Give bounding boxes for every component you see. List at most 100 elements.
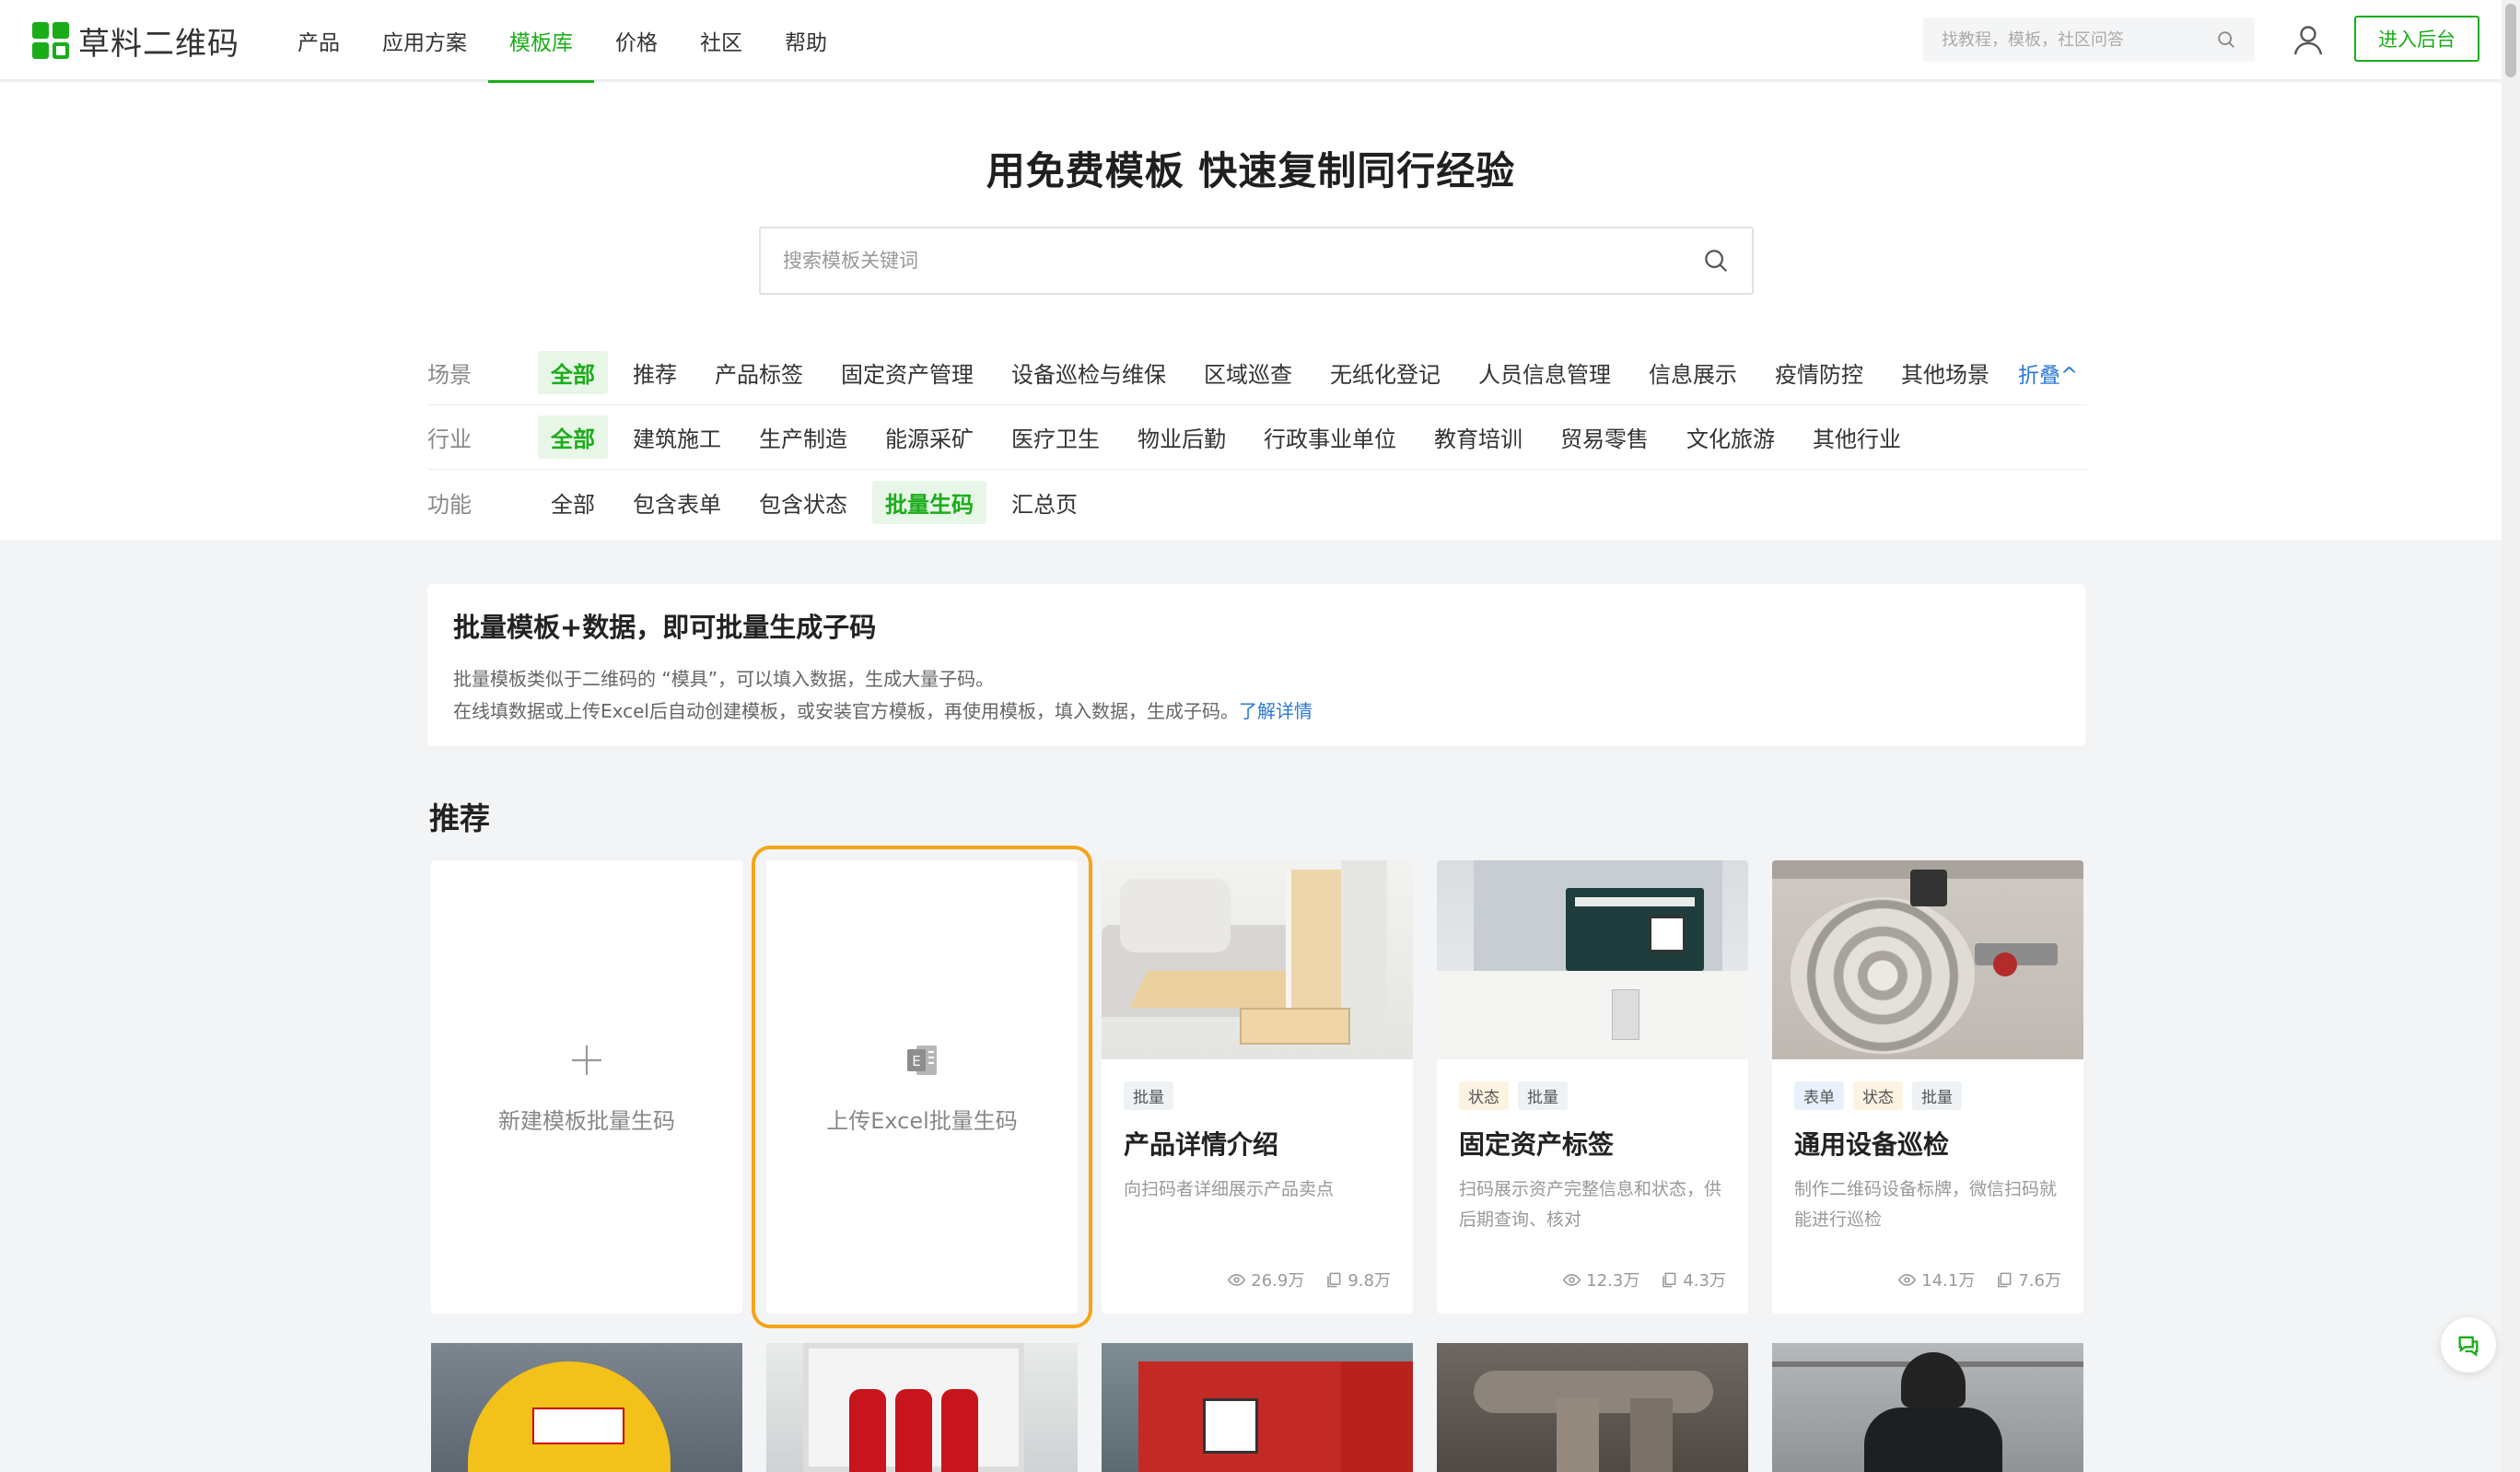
eye-icon [1228,1273,1246,1286]
views-count: 14.1万 [1921,1271,1976,1291]
new-template-label: 新建模板批量生码 [498,1107,675,1134]
card-title: 产品详情介绍 [1124,1129,1279,1160]
safety-helmet-photo[interactable] [431,1343,742,1472]
learn-more-link[interactable]: 了解详情 [1239,700,1312,722]
nav-item-help[interactable]: 帮助 [764,0,848,81]
page-title: 用免费模板 快速复制同行经验 [986,148,1516,193]
function-option[interactable]: 包含状态 [746,481,860,524]
filter-row-scene: 场景 全部 推荐 产品标签 固定资产管理 设备巡检与维保 区域巡查 无纸化登记 … [427,341,2087,405]
svg-text:E: E [912,1053,920,1069]
info-title: 批量模板+数据，即可批量生成子码 [453,612,877,643]
tag-batch: 批量 [1124,1081,1173,1110]
hero-section: 用免费模板 快速复制同行经验 场景 全部 推荐 产品标签 固定资产管理 设备巡检… [0,83,2502,540]
industry-option[interactable]: 文化旅游 [1674,415,1788,459]
filter-label-function: 功能 [427,491,472,518]
machine-label-photo [1437,860,1748,1059]
function-option[interactable]: 包含表单 [620,481,734,524]
enter-admin-button[interactable]: 进入后台 [2354,16,2479,62]
scene-option[interactable]: 固定资产管理 [828,351,986,394]
scene-option[interactable]: 其他场景 [1888,351,2002,394]
scene-option[interactable]: 无纸化登记 [1317,351,1453,394]
template-card-fixed-asset[interactable]: 状态 批量 固定资产标签 扫码展示资产完整信息和状态，供后期查询、核对 12.3… [1437,860,1748,1314]
sofa-photo [1102,860,1413,1059]
card-desc: 扫码展示资产完整信息和状态，供后期查询、核对 [1459,1179,1722,1230]
scene-option[interactable]: 人员信息管理 [1465,351,1624,394]
tag-batch: 批量 [1912,1081,1962,1110]
search-icon[interactable] [2216,29,2236,50]
industry-option[interactable]: 行政事业单位 [1251,415,1409,459]
industrial-pipes-photo[interactable] [1437,1343,1748,1472]
card-desc: 向扫码者详细展示产品卖点 [1124,1179,1335,1199]
filter-label-scene: 场景 [427,362,472,388]
industry-option[interactable]: 生产制造 [746,415,860,459]
card-title: 通用设备巡检 [1794,1129,1950,1160]
nav-item-templates[interactable]: 模板库 [488,0,594,83]
scene-option[interactable]: 信息展示 [1636,351,1750,394]
scene-option[interactable]: 疫情防控 [1762,351,1876,394]
template-search[interactable] [759,227,1754,295]
feedback-chat-button[interactable] [2441,1317,2496,1373]
industry-option[interactable]: 教育培训 [1421,415,1535,459]
card-desc: 制作二维码设备标牌，微信扫码就能进行巡检 [1794,1179,2058,1230]
scene-option[interactable]: 设备巡检与维保 [998,351,1179,394]
function-option[interactable]: 汇总页 [998,481,1091,524]
scrollbar-thumb[interactable] [2505,4,2516,77]
industry-option[interactable]: 全部 [538,415,608,459]
template-search-input[interactable] [783,250,1702,272]
nav-item-product[interactable]: 产品 [276,0,361,81]
fire-extinguisher-photo[interactable] [766,1343,1078,1472]
copies-count: 4.3万 [1683,1271,1726,1291]
template-card-product-detail[interactable]: 批量 产品详情介绍 向扫码者详细展示产品卖点 26.9万 9.8万 [1102,860,1413,1314]
top-header: 草料二维码 产品 应用方案 模板库 价格 社区 帮助 进入后台 [0,0,2520,83]
industry-option[interactable]: 其他行业 [1800,415,1914,459]
function-option[interactable]: 全部 [538,481,608,524]
new-template-card[interactable]: 新建模板批量生码 [431,860,742,1314]
copy-icon [1998,1272,2012,1287]
template-card-equipment-inspection[interactable]: 表单 状态 批量 通用设备巡检 制作二维码设备标牌，微信扫码就能进行巡检 14.… [1772,860,2083,1314]
fold-toggle-link[interactable]: 折叠^ [2018,357,2078,389]
upload-excel-card[interactable]: E 上传Excel批量生码 [752,846,1092,1328]
page-scrollbar[interactable] [2502,0,2520,1472]
copies-count: 9.8万 [1348,1271,1391,1291]
excel-file-icon: E [907,1045,937,1075]
filter-row-function: 功能 全部 包含表单 包含状态 批量生码 汇总页 [427,470,2087,534]
red-electric-box-photo[interactable] [1102,1343,1413,1472]
chat-icon [2458,1336,2479,1357]
industry-option[interactable]: 贸易零售 [1547,415,1662,459]
nav-item-pricing[interactable]: 价格 [594,0,679,81]
card-title: 固定资产标签 [1459,1129,1615,1160]
eye-icon [1563,1273,1581,1286]
info-line-1: 批量模板类似于二维码的 “模具”，可以填入数据，生成大量子码。 [453,668,995,690]
section-title-recommended: 推荐 [429,800,490,836]
search-icon[interactable] [1702,247,1730,275]
nav-item-solutions[interactable]: 应用方案 [361,0,488,81]
scene-option[interactable]: 产品标签 [702,351,816,394]
views-count: 26.9万 [1251,1271,1305,1291]
copies-count: 7.6万 [2018,1271,2061,1291]
industry-option[interactable]: 物业后勤 [1125,415,1239,459]
scene-option[interactable]: 全部 [538,351,608,394]
info-line-2: 在线填数据或上传Excel后自动创建模板，或安装官方模板，再使用模板，填入数据，… [453,695,2059,728]
security-guard-photo[interactable] [1772,1343,2083,1472]
nav-item-community[interactable]: 社区 [679,0,764,81]
filter-row-industry: 行业 全部 建筑施工 生产制造 能源采矿 医疗卫生 物业后勤 行政事业单位 教育… [427,405,2087,470]
brand-logo[interactable]: 草料二维码 [32,19,239,63]
industry-option[interactable]: 医疗卫生 [998,415,1113,459]
info-line-2-text: 在线填数据或上传Excel后自动创建模板，或安装官方模板，再使用模板，填入数据，… [453,700,1239,722]
tag-status: 状态 [1459,1081,1509,1110]
upload-excel-label: 上传Excel批量生码 [826,1107,1018,1134]
header-search[interactable] [1923,18,2255,62]
eye-icon [1898,1273,1917,1286]
copy-icon [1327,1272,1341,1287]
main-nav: 产品 应用方案 模板库 价格 社区 帮助 [276,0,848,83]
user-icon[interactable] [2288,20,2328,61]
industry-option[interactable]: 能源采矿 [872,415,986,459]
logo-icon [32,22,69,59]
function-option[interactable]: 批量生码 [872,480,986,524]
scene-option[interactable]: 推荐 [620,351,690,394]
fire-hose-photo [1772,860,2083,1059]
industry-option[interactable]: 建筑施工 [620,415,734,459]
scene-option[interactable]: 区域巡查 [1191,351,1305,394]
header-search-input[interactable] [1942,29,2216,50]
tag-form: 表单 [1794,1081,1844,1110]
